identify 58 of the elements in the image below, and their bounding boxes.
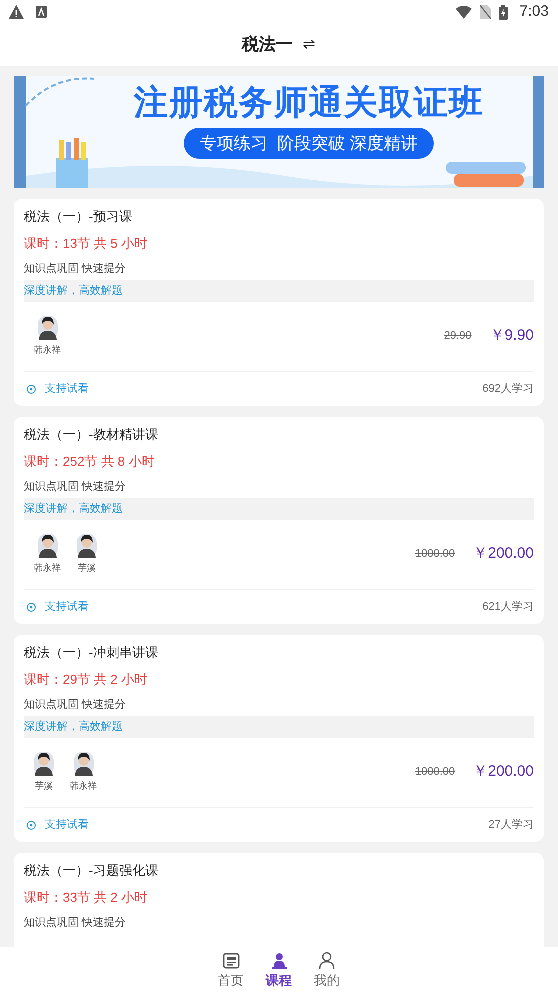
course-hours: 课时：29节 共 2 小时 — [24, 671, 149, 689]
no-sim-icon — [480, 5, 491, 19]
course-price: ￥9.90 — [490, 326, 534, 346]
avatar — [77, 534, 97, 558]
play-circle-icon — [27, 384, 36, 394]
course-title: 税法（一）-冲刺串讲课 — [24, 644, 160, 662]
play-circle-icon — [27, 820, 36, 830]
teacher-name: 芋溪 — [78, 562, 96, 575]
switch-button[interactable]: ⇌ — [303, 34, 316, 56]
avatar — [34, 752, 54, 776]
course-tag: 深度讲解，高效解题 — [24, 716, 534, 738]
battery-icon — [498, 4, 508, 20]
user-icon — [319, 952, 335, 969]
avatar — [38, 316, 58, 340]
course-hours: 课时：252节 共 8 小时 — [24, 453, 156, 471]
wifi-icon — [456, 6, 472, 18]
course-price: ￥200.00 — [473, 544, 534, 564]
original-price: 29.90 — [444, 329, 472, 344]
course-tag: 深度讲解，高效解题 — [24, 498, 534, 520]
banner-tagline: 专项练习 阶段突破 深度精讲 — [184, 128, 434, 159]
course-description: 知识点巩固 快速提分 — [24, 262, 128, 277]
original-price: 1000.00 — [415, 765, 456, 780]
course-banner[interactable]: 注册税务师通关取证班 专项练习 阶段突破 深度精讲 — [14, 76, 544, 188]
teacher-name: 芋溪 — [35, 780, 53, 793]
app-notification-icon — [36, 6, 47, 18]
page-title: 税法一 — [242, 34, 293, 56]
course-card[interactable]: 税法（一）-冲刺串讲课 课时：29节 共 2 小时 知识点巩固 快速提分 深度讲解，高效解题 芋溪 韩永祥 1000.00 ￥200.00 支持试看 27人学习 — [14, 635, 544, 842]
course-description: 知识点巩固 快速提分 — [24, 916, 128, 931]
course-hours: 课时：33节 共 2 小时 — [24, 889, 149, 907]
learner-count: 27人学习 — [488, 818, 534, 833]
original-price: 1000.00 — [415, 547, 456, 562]
course-hours: 课时：13节 共 5 小时 — [24, 235, 149, 253]
warning-icon — [9, 5, 24, 19]
nav-tab[interactable]: 首页 — [218, 947, 244, 992]
course-title: 税法（一）-预习课 — [24, 208, 134, 226]
teacher-name: 韩永祥 — [34, 344, 61, 357]
status-time: 7:03 — [520, 2, 549, 22]
play-circle-icon — [27, 602, 36, 612]
avatar — [38, 534, 58, 558]
course-title: 税法（一）-教材精讲课 — [24, 426, 160, 444]
learner-count: 621人学习 — [482, 600, 534, 615]
course-card[interactable]: 税法（一）-教材精讲课 课时：252节 共 8 小时 知识点巩固 快速提分 深度讲解，高效解题 韩永祥 芋溪 1000.00 ￥200.00 支持试看 621人学习 — [14, 417, 544, 624]
course-title: 税法（一）-习题强化课 — [24, 862, 160, 880]
course-description: 知识点巩固 快速提分 — [24, 698, 128, 713]
learner-count: 692人学习 — [482, 382, 534, 397]
teacher-icon — [272, 953, 286, 969]
banner-headline: 注册税务师通关取证班 — [134, 83, 484, 124]
nav-tab[interactable]: 课程 — [266, 947, 292, 992]
score-board-icon — [222, 953, 240, 969]
teacher-name: 韩永祥 — [34, 562, 61, 575]
course-price: ￥200.00 — [473, 762, 534, 782]
nav-tab[interactable]: 我的 — [314, 947, 340, 992]
course-description: 知识点巩固 快速提分 — [24, 480, 128, 495]
course-card[interactable]: 税法（一）-预习课 课时：13节 共 5 小时 知识点巩固 快速提分 深度讲解，高效解题 韩永祥 29.90 ￥9.90 支持试看 692人学习 — [14, 199, 544, 406]
course-tag: 深度讲解，高效解题 — [24, 280, 534, 302]
course-card[interactable]: 税法（一）-习题强化课 课时：33节 共 2 小时 知识点巩固 快速提分 — [14, 853, 544, 947]
avatar — [74, 752, 94, 776]
teacher-name: 韩永祥 — [70, 780, 97, 793]
